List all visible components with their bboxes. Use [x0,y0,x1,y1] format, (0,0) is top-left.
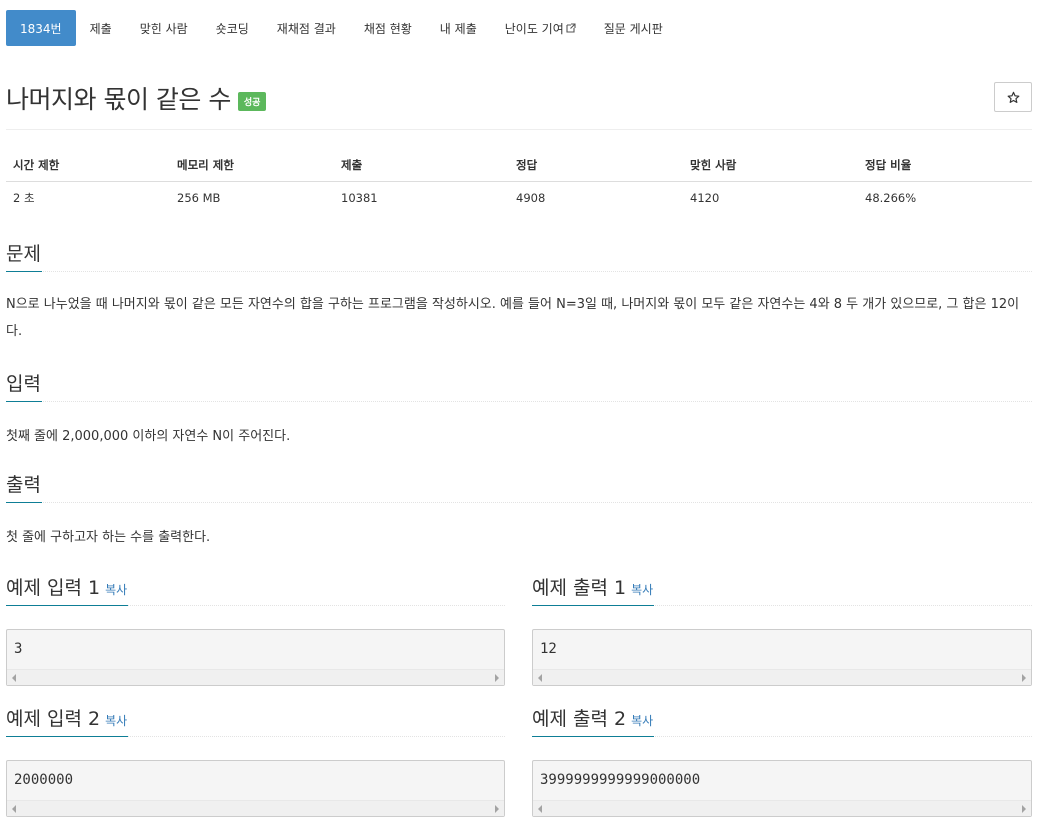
scroll-left-icon[interactable] [12,805,16,813]
horizontal-scrollbar[interactable] [533,800,1031,816]
sample-input-1-heading: 예제 입력 1 복사 [6,576,505,606]
output-heading: 출력 [6,473,1032,503]
tab-solved-users[interactable]: 맞힌 사람 [126,10,202,46]
output-section: 출력 첫 줄에 구하고자 하는 수를 출력한다. [6,473,1032,551]
sample-input-2: 예제 입력 2 복사 2000000 [6,707,505,817]
sample-output-1-title: 예제 출력 1 [532,577,627,599]
description-text: N으로 나누었을 때 나머지와 몫이 같은 모든 자연수의 합을 구하는 프로그… [6,297,1020,339]
sample-output-2-box: 3999999999999000000 [532,760,1032,817]
problem-header: 나머지와 몫이 같은 수 성공 [6,80,1032,116]
scroll-right-icon[interactable] [1022,805,1026,813]
sample-output-1-heading: 예제 출력 1 복사 [532,576,1032,606]
header-memory-limit: 메모리 제한 [170,150,334,182]
horizontal-scrollbar[interactable] [533,669,1031,685]
tab-my-submissions[interactable]: 내 제출 [426,10,491,46]
sample-input-2-box: 2000000 [6,760,505,817]
value-submissions: 10381 [341,191,378,205]
sample-input-1-code: 3 [14,641,23,657]
scroll-right-icon[interactable] [495,805,499,813]
header-accept-ratio: 정답 비율 [858,150,1032,182]
scroll-right-icon[interactable] [1022,674,1026,682]
horizontal-scrollbar[interactable] [7,669,504,685]
table-header-row: 시간 제한 메모리 제한 제출 정답 맞힌 사람 정답 비율 [6,150,1032,182]
horizontal-scrollbar[interactable] [7,800,504,816]
value-memory-limit: 256 MB [177,191,221,205]
value-accept-ratio: 48.266% [865,191,917,205]
tab-qna-board[interactable]: 질문 게시판 [590,10,677,46]
sample-input-1-box: 3 [6,629,505,686]
sample-output-1-box: 12 [532,629,1032,686]
tab-rejudge-results[interactable]: 재채점 결과 [263,10,350,46]
header-submissions: 제출 [334,150,509,182]
tab-short-coding[interactable]: 숏코딩 [202,10,263,46]
input-text: 첫째 줄에 2,000,000 이하의 자연수 N이 주어진다. [6,429,291,444]
copy-sample-output-2-link[interactable]: 복사 [631,714,653,728]
title-divider [6,129,1032,130]
sample-output-2: 예제 출력 2 복사 3999999999999000000 [532,707,1032,817]
tab-difficulty-label: 난이도 기여 [504,21,564,36]
output-text: 첫 줄에 구하고자 하는 수를 출력한다. [6,530,211,545]
copy-sample-input-1-link[interactable]: 복사 [105,583,127,597]
output-title: 출력 [6,473,42,503]
sample-output-1-code: 12 [540,641,557,657]
problem-info-table: 시간 제한 메모리 제한 제출 정답 맞힌 사람 정답 비율 2 초 256 M… [6,150,1032,214]
input-title: 입력 [6,372,42,402]
favorite-button[interactable] [994,82,1032,112]
sample-input-2-title-wrap: 예제 입력 2 복사 [6,707,129,737]
sample-output-2-code: 3999999999999000000 [540,772,701,788]
input-heading: 입력 [6,372,1032,402]
copy-sample-output-1-link[interactable]: 복사 [631,583,653,597]
external-link-icon [566,23,576,33]
sample-output-1-title-wrap: 예제 출력 1 복사 [532,576,655,606]
sample-input-1-title-wrap: 예제 입력 1 복사 [6,576,129,606]
scroll-left-icon[interactable] [538,674,542,682]
sample-input-2-code: 2000000 [14,772,74,788]
problem-nav: 1834번 제출 맞힌 사람 숏코딩 재채점 결과 채점 현황 내 제출 난이도… [6,10,677,46]
value-accepted: 4908 [516,191,546,205]
sample-output-2-title: 예제 출력 2 [532,708,627,730]
input-section: 입력 첫째 줄에 2,000,000 이하의 자연수 N이 주어진다. [6,372,1032,450]
tab-difficulty-contribution[interactable]: 난이도 기여 [491,10,590,46]
star-icon [1007,91,1019,103]
status-badge: 성공 [237,91,267,111]
copy-sample-input-2-link[interactable]: 복사 [105,714,127,728]
description-heading: 문제 [6,242,1032,272]
description-section: 문제 N으로 나누었을 때 나머지와 몫이 같은 모든 자연수의 합을 구하는 … [6,242,1032,345]
sample-output-2-title-wrap: 예제 출력 2 복사 [532,707,655,737]
header-accepted: 정답 [509,150,683,182]
header-time-limit: 시간 제한 [6,150,170,182]
sample-output-2-heading: 예제 출력 2 복사 [532,707,1032,737]
table-row: 2 초 256 MB 10381 4908 4120 48.266% [6,182,1032,215]
sample-input-2-heading: 예제 입력 2 복사 [6,707,505,737]
tab-submit[interactable]: 제출 [76,10,126,46]
sample-input-2-title: 예제 입력 2 [6,708,101,730]
scroll-right-icon[interactable] [495,674,499,682]
tab-problem[interactable]: 1834번 [6,10,76,46]
value-solved-users: 4120 [690,191,720,205]
tab-judge-status[interactable]: 채점 현황 [350,10,426,46]
sample-input-1: 예제 입력 1 복사 3 [6,576,505,686]
scroll-left-icon[interactable] [538,805,542,813]
sample-input-1-title: 예제 입력 1 [6,577,101,599]
scroll-left-icon[interactable] [12,674,16,682]
sample-output-1: 예제 출력 1 복사 12 [532,576,1032,686]
page-title: 나머지와 몫이 같은 수 [6,85,231,114]
header-solved-users: 맞힌 사람 [683,150,858,182]
value-time-limit: 2 초 [13,191,35,205]
description-title: 문제 [6,242,42,272]
